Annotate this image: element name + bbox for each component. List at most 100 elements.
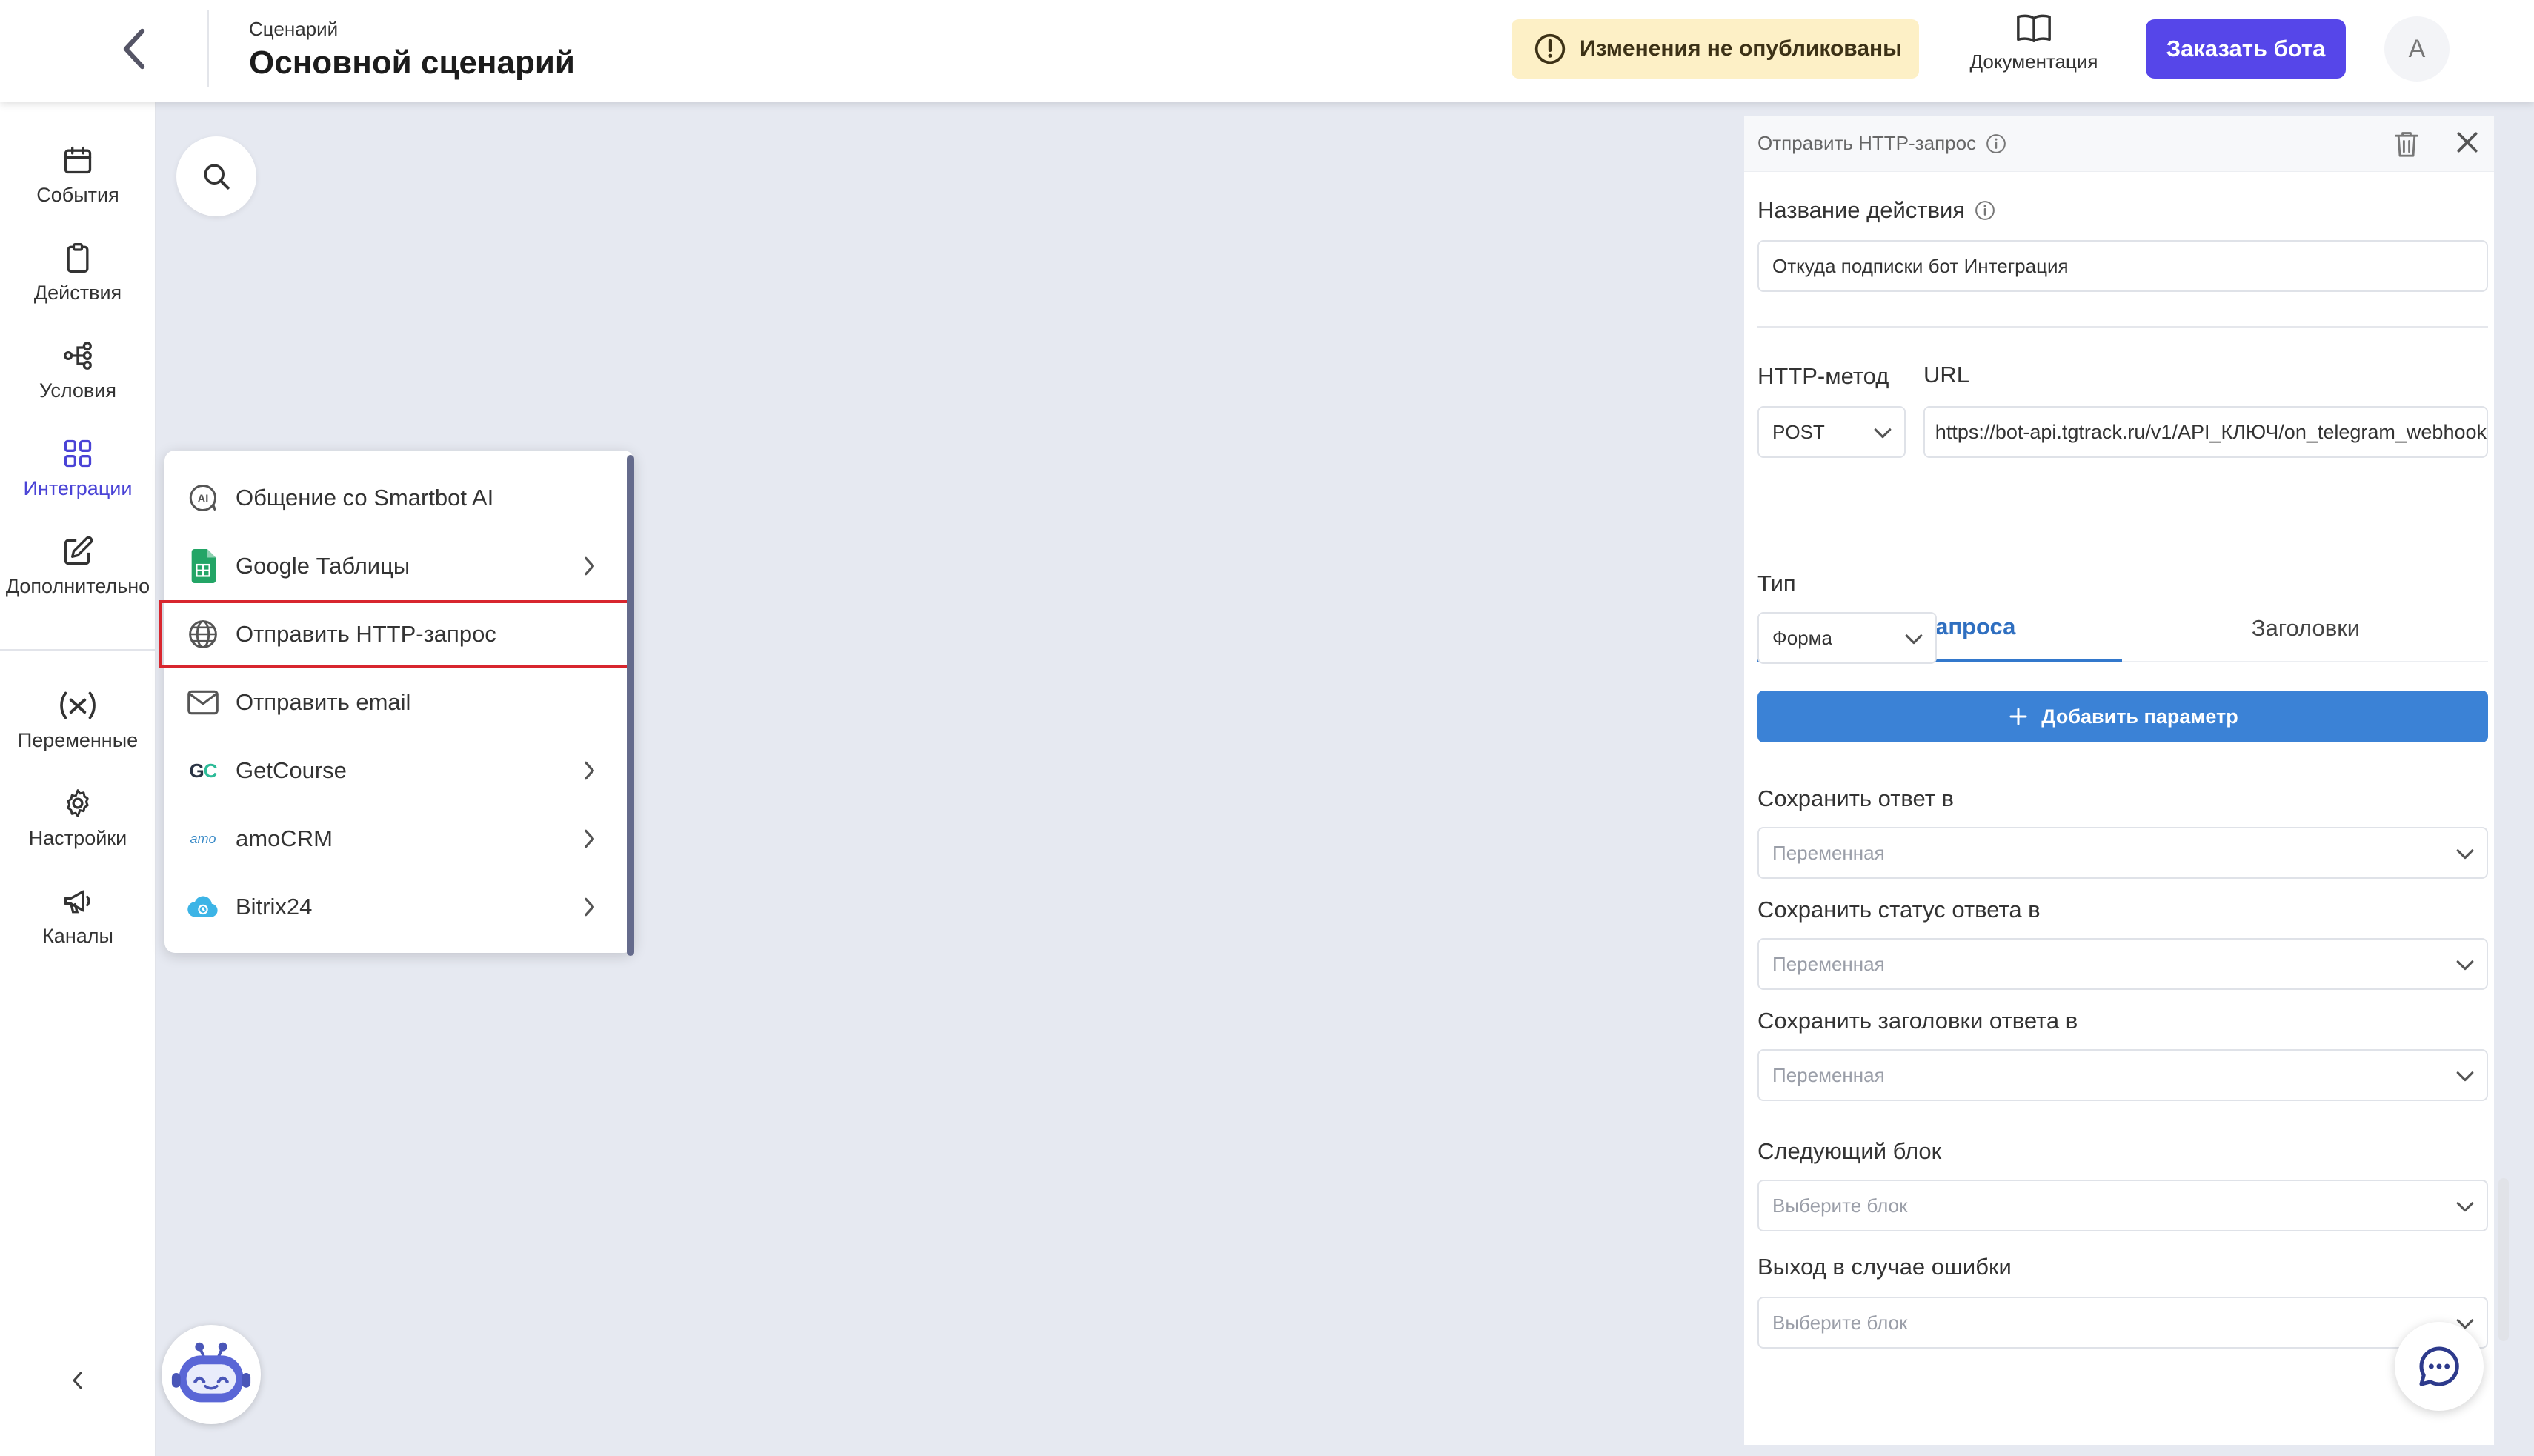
chat-bubble-icon (2419, 1346, 2459, 1386)
url-input[interactable]: https://bot-api.tgtrack.ru/v1/API_КЛЮЧ/o… (1923, 406, 2488, 458)
error-exit-select[interactable]: Выберите блок (1757, 1297, 2488, 1349)
add-parameter-label: Добавить параметр (2041, 705, 2238, 728)
nav-item-settings[interactable]: Настройки (0, 774, 156, 862)
calendar-icon (64, 146, 92, 173)
support-chat-button[interactable] (2395, 1322, 2484, 1411)
unpublished-warning-badge: Изменения не опубликованы (1512, 19, 1919, 79)
error-exit-placeholder: Выберите блок (1772, 1311, 1908, 1334)
save-response-label: Сохранить ответ в (1757, 785, 1955, 811)
next-block-placeholder: Выберите блок (1772, 1194, 1908, 1217)
close-icon (2457, 132, 2478, 153)
nav-item-integrations[interactable]: Интеграции (0, 424, 156, 513)
menu-item-bitrix24[interactable]: Bitrix24 (164, 873, 624, 941)
nav-item-events[interactable]: События (0, 130, 156, 219)
save-response-select[interactable]: Переменная (1757, 827, 2488, 879)
chevron-down-icon (1874, 428, 1892, 439)
canvas-search-button[interactable] (176, 136, 256, 216)
menu-item-smartbot-ai[interactable]: AI Общение со Smartbot AI (164, 464, 624, 532)
gear-icon (67, 788, 89, 817)
bot-assistant-button[interactable] (162, 1325, 261, 1424)
tab-headers[interactable]: Заголовки (2124, 594, 2488, 662)
info-icon (1986, 133, 2006, 153)
chevron-down-icon (1905, 634, 1923, 645)
chevron-right-icon (585, 829, 594, 848)
http-method-value: POST (1772, 420, 1825, 443)
collapse-sidebar-button[interactable] (59, 1362, 96, 1399)
branch-icon (64, 341, 92, 370)
close-panel-button[interactable] (2452, 127, 2482, 162)
save-status-placeholder: Переменная (1772, 952, 1885, 975)
chevron-left-icon (123, 28, 145, 70)
grid-icon (64, 439, 92, 467)
action-name-input[interactable]: Откуда подписки бот Интеграция (1757, 240, 2488, 292)
menu-item-send-email[interactable]: Отправить email (164, 668, 624, 737)
add-parameter-button[interactable]: Добавить параметр (1757, 691, 2488, 742)
menu-item-label: amoCRM (236, 825, 333, 851)
error-exit-label: Выход в случае ошибки (1757, 1254, 2012, 1280)
nav-label: Условия (39, 379, 116, 402)
panel-scrollbar[interactable] (2498, 1178, 2509, 1341)
nav-item-actions[interactable]: Действия (0, 228, 156, 317)
nav-item-channels[interactable]: Каналы (0, 871, 156, 960)
mail-icon (187, 690, 219, 715)
trash-icon (2395, 132, 2418, 157)
section-divider (1757, 326, 2488, 328)
warning-text: Изменения не опубликованы (1580, 36, 1902, 61)
amocrm-icon: amo (190, 831, 216, 846)
url-label: URL (1923, 362, 1970, 388)
chevron-down-icon (2456, 960, 2474, 971)
search-icon (204, 164, 230, 190)
chevron-down-icon (2456, 1202, 2474, 1212)
http-request-settings-panel: Отправить HTTP-запрос Название действия … (1744, 116, 2494, 1445)
book-icon (2017, 14, 2051, 43)
menu-item-getcourse[interactable]: GC GetCourse (164, 737, 624, 805)
save-status-select[interactable]: Переменная (1757, 938, 2488, 990)
body-type-value: Форма (1772, 626, 1833, 649)
menu-item-label: Отправить email (236, 689, 411, 715)
svg-text:AI: AI (198, 493, 209, 505)
documentation-label: Документация (1969, 50, 2098, 73)
menu-item-google-sheets[interactable]: Google Таблицы (164, 532, 624, 600)
next-block-label: Следующий блок (1757, 1138, 1942, 1164)
variable-icon (60, 691, 96, 719)
save-response-placeholder: Переменная (1772, 841, 1885, 864)
delete-action-button[interactable] (2393, 129, 2420, 164)
http-method-label: HTTP-метод (1757, 363, 1889, 389)
chevron-left-icon (73, 1372, 82, 1389)
documentation-link[interactable]: Документация (1956, 12, 2112, 86)
chevron-down-icon (2456, 849, 2474, 860)
next-block-select[interactable]: Выберите блок (1757, 1180, 2488, 1231)
save-headers-select[interactable]: Переменная (1757, 1049, 2488, 1101)
bitrix-cloud-icon (187, 896, 218, 917)
chevron-right-icon (585, 897, 594, 917)
back-button[interactable] (111, 25, 159, 73)
chevron-right-icon (585, 761, 594, 780)
nav-item-additional[interactable]: Дополнительно (0, 522, 156, 611)
type-label: Тип (1757, 571, 1796, 596)
menu-item-send-http-request[interactable]: Отправить HTTP-запрос (159, 600, 630, 668)
megaphone-icon (64, 890, 90, 913)
nav-item-conditions[interactable]: Условия (0, 326, 156, 415)
nav-item-variables[interactable]: Переменные (0, 676, 156, 765)
sheets-icon (191, 549, 216, 583)
nav-label: Действия (33, 281, 122, 304)
menu-scrollbar[interactable] (627, 455, 634, 956)
breadcrumb: Сценарий (249, 18, 339, 40)
order-bot-button[interactable]: Заказать бота (2146, 19, 2346, 79)
http-method-select[interactable]: POST (1757, 406, 1906, 458)
integrations-menu: AI Общение со Smartbot AI Google Таблицы… (159, 451, 634, 956)
nav-label: Каналы (42, 924, 113, 947)
avatar[interactable]: А (2384, 16, 2450, 82)
menu-item-amocrm[interactable]: amo amoCRM (164, 805, 624, 873)
globe-icon (189, 620, 217, 648)
top-header: Сценарий Основной сценарий Изменения не … (0, 0, 2534, 102)
body-type-select[interactable]: Форма (1757, 612, 1937, 664)
nav-label: Интеграции (23, 476, 133, 499)
nav-label: Переменные (17, 728, 139, 751)
getcourse-icon: GC (189, 759, 217, 782)
menu-item-label: Bitrix24 (236, 894, 313, 920)
robot-icon (171, 1342, 251, 1403)
save-headers-placeholder: Переменная (1772, 1063, 1885, 1086)
clipboard-icon (67, 242, 89, 273)
panel-header: Отправить HTTP-запрос (1744, 116, 2494, 172)
